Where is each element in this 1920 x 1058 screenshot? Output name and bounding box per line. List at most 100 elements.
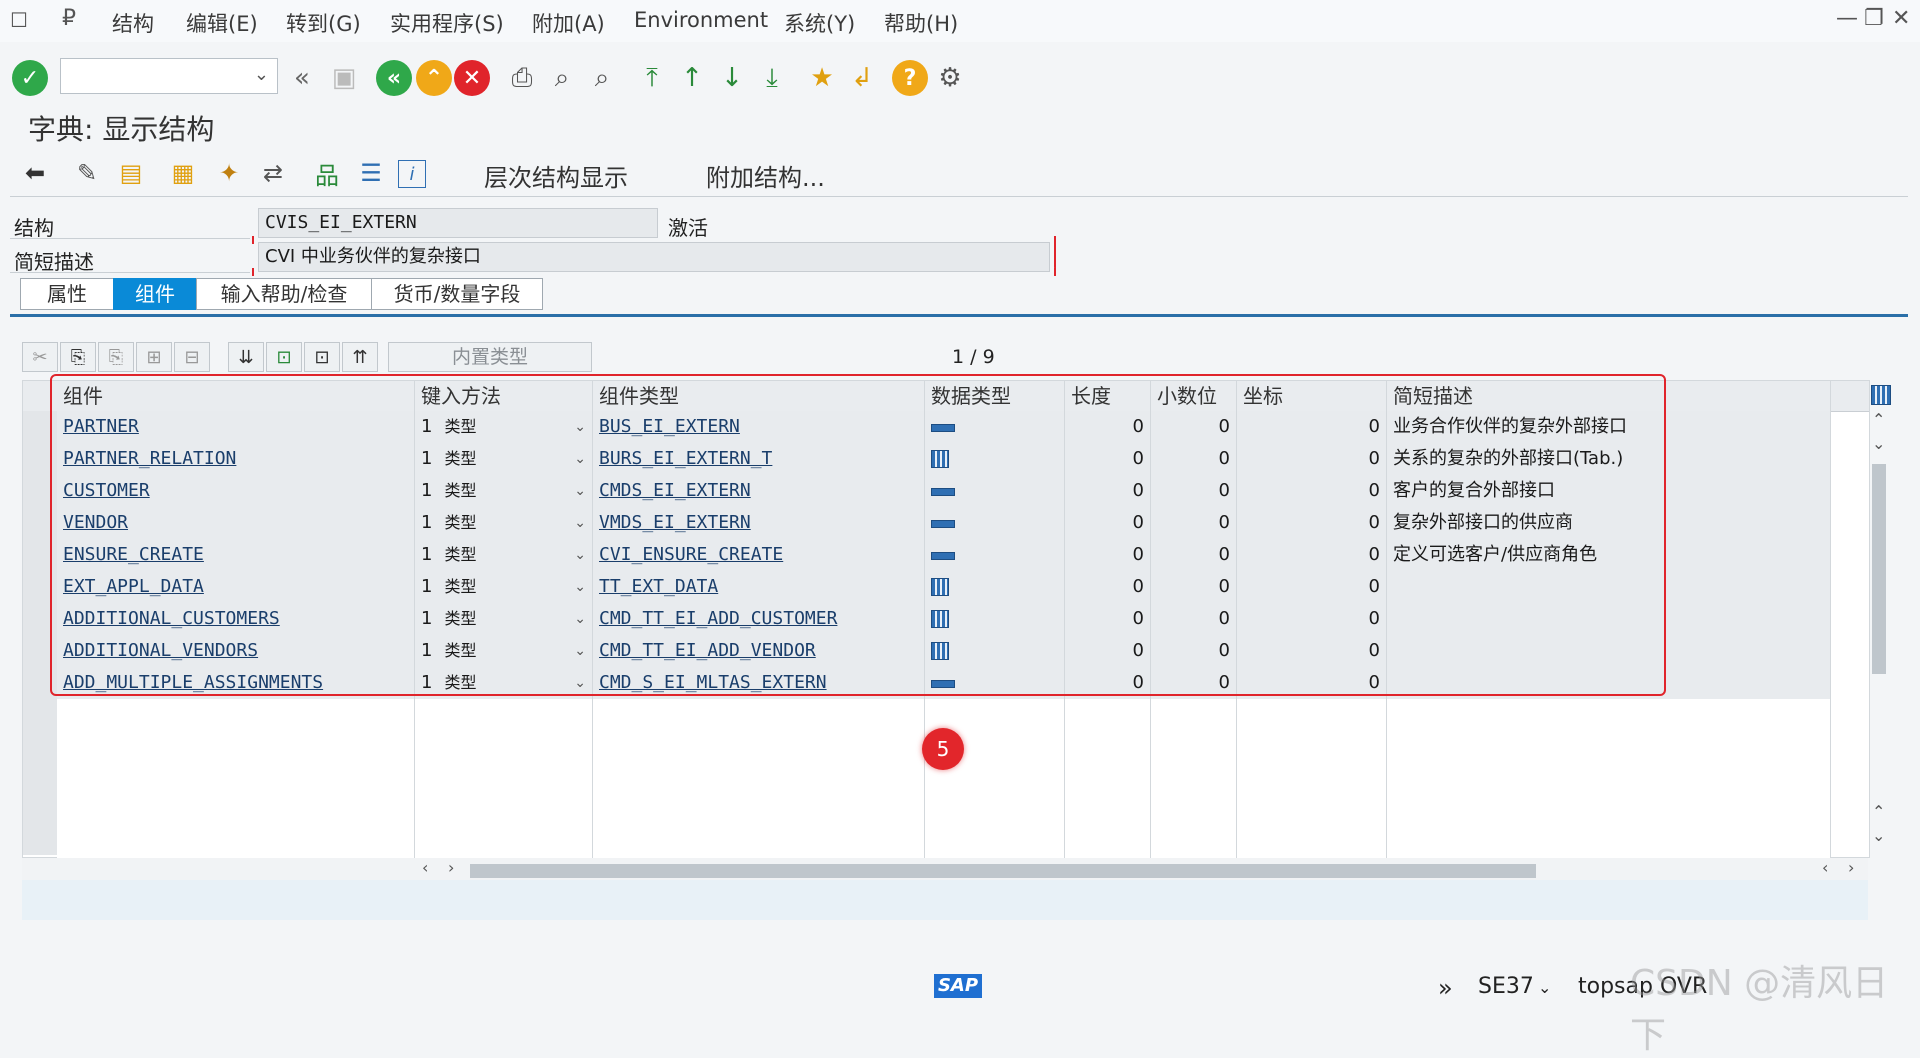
menu-environment[interactable]: Environment (634, 8, 768, 32)
chevron-down-icon[interactable]: ⌄ (574, 443, 586, 475)
typing-method-cell[interactable] (415, 699, 593, 731)
last-page-icon[interactable]: ⤓ (754, 60, 790, 96)
tab-components[interactable]: 组件 (113, 278, 197, 310)
typing-method-cell[interactable]: 1 类型 ⌄ (415, 475, 593, 507)
typing-method-cell[interactable]: 1 类型 ⌄ (415, 507, 593, 539)
command-field[interactable]: ⌄ (60, 58, 278, 94)
col-component-type[interactable]: 组件类型 (593, 381, 925, 411)
list-icon[interactable]: ☰ (354, 156, 388, 190)
chevron-down-icon[interactable]: ⌄ (574, 507, 586, 539)
table-row[interactable]: CUSTOMER 1 类型 ⌄ CMDS_EI_EXTERN 0 0 0 客户的复合外部接口 (57, 475, 1831, 508)
typing-method-cell[interactable]: 1 类型 ⌄ (415, 571, 593, 603)
component-type-cell[interactable] (593, 763, 925, 795)
col-typing-method[interactable]: 键入方法 (415, 381, 593, 411)
delete-row-icon[interactable]: ⊟ (174, 342, 210, 372)
scroll-up-icon[interactable]: ⌃ (1872, 802, 1885, 821)
scroll-thumb[interactable] (1872, 464, 1886, 674)
menu-structure[interactable]: 结构 (112, 8, 154, 38)
chevron-down-icon[interactable]: ⌄ (574, 635, 586, 667)
col-coordinate[interactable]: 坐标 (1237, 381, 1387, 411)
shortcut-icon[interactable]: ↲ (844, 60, 880, 96)
table-row[interactable]: ADD_MULTIPLE_ASSIGNMENTS 1 类型 ⌄ CMD_S_EI_MLT… (57, 667, 1831, 700)
find-next-icon[interactable]: ⌕ (584, 60, 620, 96)
typing-method-cell[interactable]: 1 类型 ⌄ (415, 411, 593, 443)
scroll-right-icon[interactable]: › (1848, 858, 1854, 877)
component-type-cell[interactable]: CMD_S_EI_MLTAS_EXTERN (593, 667, 925, 699)
component-type-cell[interactable]: BURS_EI_EXTERN_T (593, 443, 925, 475)
table-row[interactable]: VENDOR 1 类型 ⌄ VMDS_EI_EXTERN 0 0 0 复杂外部接口的供应商 (57, 507, 1831, 540)
component-type-cell[interactable] (593, 795, 925, 827)
table-row[interactable]: ENSURE_CREATE 1 类型 ⌄ CVI_ENSURE_CREATE 0 0 0 定义可… (57, 539, 1831, 572)
insert-row-icon[interactable]: ⊞ (136, 342, 172, 372)
col-short-desc[interactable]: 简短描述 (1387, 381, 1831, 411)
scroll-down-icon[interactable]: ⌄ (1872, 826, 1885, 845)
component-cell[interactable]: ENSURE_CREATE (57, 539, 415, 571)
gear-icon[interactable]: ⚙ (932, 60, 968, 96)
next-page-icon[interactable]: ↓ (714, 60, 750, 96)
component-cell[interactable]: PARTNER (57, 411, 415, 443)
copy-icon[interactable]: ⎘ (60, 342, 96, 372)
typing-method-cell[interactable]: 1 类型 ⌄ (415, 539, 593, 571)
paste-icon[interactable]: ⎘ (98, 342, 134, 372)
typing-method-cell[interactable]: 1 类型 ⌄ (415, 635, 593, 667)
scroll-right-icon[interactable]: › (448, 858, 454, 877)
vertical-scrollbar[interactable]: ⌃ ⌄ ⌃ ⌄ (1870, 410, 1888, 850)
scroll-left-icon[interactable]: ‹ (422, 858, 428, 877)
table-row[interactable]: ADDITIONAL_VENDORS 1 类型 ⌄ CMD_TT_EI_ADD_VEND… (57, 635, 1831, 668)
component-type-cell[interactable]: TT_EXT_DATA (593, 571, 925, 603)
collapse-all-icon[interactable]: ⇈ (342, 342, 378, 372)
scroll-left-icon[interactable]: ‹ (1822, 858, 1828, 877)
component-cell[interactable]: PARTNER_RELATION (57, 443, 415, 475)
component-type-cell[interactable]: CVI_ENSURE_CREATE (593, 539, 925, 571)
collapse-left-icon[interactable]: « (284, 60, 320, 96)
typing-method-cell[interactable] (415, 731, 593, 763)
tab-currency-fields[interactable]: 货币/数量字段 (371, 278, 543, 310)
menu-help[interactable]: 帮助(H) (884, 8, 958, 38)
append-structure-button[interactable]: 附加结构... (706, 158, 825, 193)
chevron-down-icon[interactable]: ⌄ (574, 539, 586, 571)
typing-method-cell[interactable]: 1 类型 ⌄ (415, 443, 593, 475)
component-cell[interactable] (57, 795, 415, 827)
typing-method-cell[interactable]: 1 类型 ⌄ (415, 667, 593, 699)
typing-method-cell[interactable] (415, 763, 593, 795)
chevron-down-icon[interactable]: ⌄ (574, 411, 586, 443)
table-row[interactable]: ADDITIONAL_CUSTOMERS 1 类型 ⌄ CMD_TT_EI_ADD_CU… (57, 603, 1831, 636)
col-length[interactable]: 长度 (1065, 381, 1151, 411)
col-component[interactable]: 组件 (57, 381, 415, 411)
print-icon[interactable]: ⎙ (504, 60, 540, 96)
find-icon[interactable]: ⌕ (544, 60, 580, 96)
save-icon[interactable]: ▣ (326, 60, 362, 96)
component-cell[interactable] (57, 731, 415, 763)
enter-icon[interactable]: ✓ (12, 60, 48, 96)
chevron-down-icon[interactable]: ⌄ (574, 571, 586, 603)
previous-page-icon[interactable]: ↑ (674, 60, 710, 96)
component-cell[interactable]: ADD_MULTIPLE_ASSIGNMENTS (57, 667, 415, 699)
deselect-icon[interactable]: ⊡ (304, 342, 340, 372)
check-icon[interactable]: ▦ (166, 156, 200, 190)
component-type-cell[interactable] (593, 827, 925, 859)
typing-method-cell[interactable] (415, 795, 593, 827)
chevron-down-icon[interactable]: ⌄ (574, 475, 586, 507)
menu-extras[interactable]: 附加(A) (532, 8, 605, 38)
where-used-icon[interactable]: ⇄ (256, 156, 290, 190)
table-row[interactable]: EXT_APPL_DATA 1 类型 ⌄ TT_EXT_DATA 0 0 0 (57, 571, 1831, 604)
horizontal-scrollbar[interactable]: ‹ › ‹ › (22, 858, 1868, 880)
other-object-icon[interactable]: ▤ (114, 156, 148, 190)
scroll-thumb[interactable] (470, 864, 1536, 878)
component-cell[interactable] (57, 699, 415, 731)
typing-method-cell[interactable] (415, 827, 593, 859)
close-window-icon[interactable]: ✕ (1892, 6, 1910, 31)
table-settings-icon[interactable] (1871, 385, 1891, 405)
menu-icon[interactable]: ☐ (10, 8, 28, 32)
arrow-left-icon[interactable]: ⬅ (18, 156, 52, 190)
restore-icon[interactable]: ❐ (1864, 6, 1884, 31)
menu-system[interactable]: 系统(Y) (784, 8, 855, 38)
menu-edit[interactable]: 编辑(E) (186, 8, 258, 38)
col-data-type[interactable]: 数据类型 (925, 381, 1065, 411)
component-type-cell[interactable] (593, 699, 925, 731)
help-icon[interactable]: ? (892, 60, 928, 96)
display-change-icon[interactable]: ✎ (70, 156, 104, 190)
chevron-down-icon[interactable]: ⌄ (574, 603, 586, 635)
expand-all-icon[interactable]: ⇊ (228, 342, 264, 372)
component-cell[interactable]: CUSTOMER (57, 475, 415, 507)
